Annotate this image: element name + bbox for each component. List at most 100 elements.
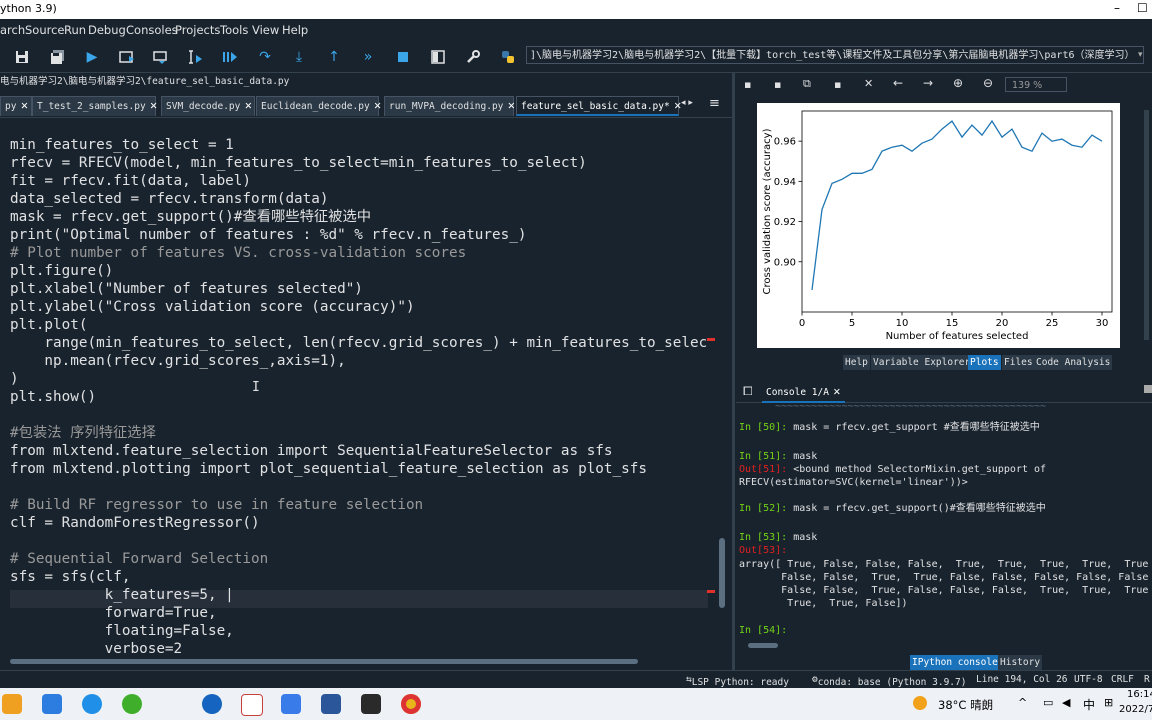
code-line[interactable]: forward=True, [10, 604, 217, 622]
plots-scrollbar[interactable] [1144, 110, 1149, 340]
previous-plot-icon[interactable]: ← [893, 76, 903, 90]
menu-consoles[interactable]: Consoles [126, 23, 178, 37]
editor-tab-active[interactable]: feature_sel_basic_data.py* ✕ [516, 96, 682, 116]
close-icon[interactable]: ✕ [833, 387, 841, 398]
app-icon[interactable] [281, 694, 301, 714]
ipython-console[interactable]: ~~~~~~~~~~~~~~~~~~~~~~~~~~~~~~~~~~~~~~~~… [736, 404, 1150, 642]
code-line[interactable]: verbose=2 [10, 640, 182, 656]
tab-files[interactable]: Files [1002, 355, 1035, 370]
code-line[interactable]: floating=False, [10, 622, 234, 640]
chrome-icon[interactable] [401, 694, 421, 714]
menu-source[interactable]: Source [25, 23, 65, 37]
maximize-pane-icon[interactable] [428, 47, 448, 67]
volume-icon[interactable]: ◀ [1062, 696, 1070, 709]
menu-search[interactable]: arch [0, 23, 25, 37]
next-plot-icon[interactable]: → [923, 76, 933, 90]
close-icon[interactable]: ✕ [150, 101, 158, 112]
console-prompt-line[interactable]: In [54]: [739, 624, 787, 637]
code-editor[interactable]: min_features_to_select = 1 rfecv = RFECV… [0, 118, 718, 656]
editor-tab[interactable]: SVM_decode.py ✕ [161, 96, 255, 116]
code-line[interactable]: range(min_features_to_select, len(rfecv.… [10, 334, 707, 352]
code-line[interactable]: plt.ylabel("Cross validation score (accu… [10, 298, 415, 316]
code-line[interactable]: ) [10, 370, 19, 388]
code-line[interactable]: data_selected = rfecv.transform(data) [10, 190, 328, 208]
ime-indicator[interactable]: 中 [1083, 696, 1095, 713]
menu-run[interactable]: Run [64, 23, 86, 37]
minimize-button[interactable]: – [1114, 1, 1120, 15]
clock-time[interactable]: 16:14 [1127, 689, 1152, 700]
close-icon[interactable]: ✕ [374, 101, 382, 112]
code-line[interactable]: plt.plot( [10, 316, 87, 334]
python-path-icon[interactable] [498, 47, 518, 67]
code-line[interactable]: # Sequential Forward Selection [10, 550, 268, 568]
console-hscrollbar[interactable] [740, 643, 1150, 649]
working-directory-input[interactable]: ]\脑电与机器学习2\脑电与机器学习2\【批量下载】torch_test等\课程… [526, 46, 1144, 64]
close-icon[interactable]: ✕ [507, 101, 515, 112]
menu-debug[interactable]: Debug [88, 23, 126, 37]
save-plot-icon[interactable]: ▪ [744, 78, 751, 91]
code-line[interactable]: print("Optimal number of features : %d" … [10, 226, 526, 244]
step-into-icon[interactable]: ⤓ [289, 47, 309, 67]
app-icon[interactable] [202, 694, 222, 714]
app-icon[interactable] [42, 694, 62, 714]
terminal-icon[interactable] [361, 694, 381, 714]
code-line[interactable]: #包装法 序列特征选择 [10, 424, 156, 442]
run-cell-advance-icon[interactable] [151, 47, 171, 67]
tab-variable-explorer[interactable]: Variable Explorer [871, 355, 973, 370]
editor-tab[interactable]: Euclidean_decode.py ✕ [256, 96, 382, 116]
editor-tab[interactable]: run_MVPA_decoding.py ✕ [384, 96, 515, 116]
run-cell-icon[interactable] [117, 47, 137, 67]
menu-tools[interactable]: Tools [220, 23, 248, 37]
code-line[interactable]: rfecv = RFECV(model, min_features_to_sel… [10, 154, 587, 172]
remove-all-plots-icon[interactable]: ✕ [864, 77, 873, 90]
continue-icon[interactable]: » [358, 47, 378, 67]
tray-chevron-icon[interactable]: ^ [1018, 696, 1027, 709]
code-line[interactable]: # Build RF regressor to use in feature s… [10, 496, 423, 514]
editor-tab[interactable]: py ✕ [0, 96, 32, 116]
code-line[interactable]: from mlxtend.plotting import plot_sequen… [10, 460, 647, 478]
menu-view[interactable]: View [252, 23, 279, 37]
weather-text[interactable]: 38°C 晴朗 [938, 697, 993, 713]
stop-icon[interactable] [393, 47, 413, 67]
tab-menu-icon[interactable]: ≡ [709, 96, 720, 111]
code-line[interactable]: min_features_to_select = 1 [10, 136, 234, 154]
code-line[interactable]: mask = rfecv.get_support()#查看哪些特征被选中 [10, 208, 371, 226]
app-icon[interactable] [82, 694, 102, 714]
run-icon[interactable]: ▶ [82, 47, 102, 67]
zoom-in-icon[interactable]: ⊕ [953, 76, 963, 90]
console-tab[interactable]: Console 1/A ✕ [762, 384, 845, 403]
code-line[interactable]: k_features=5, | [10, 586, 234, 604]
editor-hscroll-thumb[interactable] [10, 659, 638, 664]
directory-dropdown-icon[interactable]: ▾ [1138, 47, 1150, 63]
plot-figure[interactable]: 0 5 10 15 20 25 30 0.90 0.92 0.94 0.96 Number of fe… [757, 103, 1120, 348]
run-selection-icon[interactable] [186, 47, 206, 67]
copy-plot-icon[interactable]: ⧉ [803, 77, 811, 91]
save-icon[interactable] [12, 47, 32, 67]
tab-ipython-console[interactable]: IPython console [910, 655, 1000, 670]
tab-help[interactable]: Help [843, 355, 870, 370]
clock-date[interactable]: 2022/7 [1119, 704, 1152, 715]
code-line[interactable]: plt.show() [10, 388, 96, 406]
code-line[interactable]: # Plot number of features VS. cross-vali… [10, 244, 466, 262]
console-options-icon[interactable]: ⧠ [743, 384, 753, 399]
code-line[interactable]: fit = rfecv.fit(data, label) [10, 172, 251, 190]
editor-scroll-thumb[interactable] [719, 538, 725, 608]
zoom-out-icon[interactable]: ⊖ [983, 76, 993, 90]
wrench-icon[interactable] [463, 47, 483, 67]
code-line[interactable]: from mlxtend.feature_selection import Se… [10, 442, 613, 460]
file-explorer-icon[interactable] [2, 694, 22, 714]
remove-plot-icon[interactable]: ▪ [834, 78, 841, 91]
tab-scroll-arrows-icon[interactable]: ◂ ▸ [681, 98, 693, 108]
code-line[interactable]: sfs = sfs(clf, [10, 568, 131, 586]
tab-code-analysis[interactable]: Code Analysis [1034, 355, 1113, 370]
ime-mode-icon[interactable]: ⊞ [1104, 696, 1113, 709]
close-icon[interactable]: ✕ [20, 101, 28, 112]
menu-help[interactable]: Help [282, 23, 308, 37]
tab-history[interactable]: History [998, 655, 1043, 670]
step-over-icon[interactable]: ↷ [255, 47, 275, 67]
step-return-icon[interactable]: ↑ [324, 47, 344, 67]
maximize-button[interactable]: ☐ [1137, 1, 1148, 15]
save-all-icon[interactable] [47, 47, 67, 67]
zoom-level-field[interactable]: 139 % [1005, 77, 1067, 92]
code-line[interactable]: plt.figure() [10, 262, 113, 280]
